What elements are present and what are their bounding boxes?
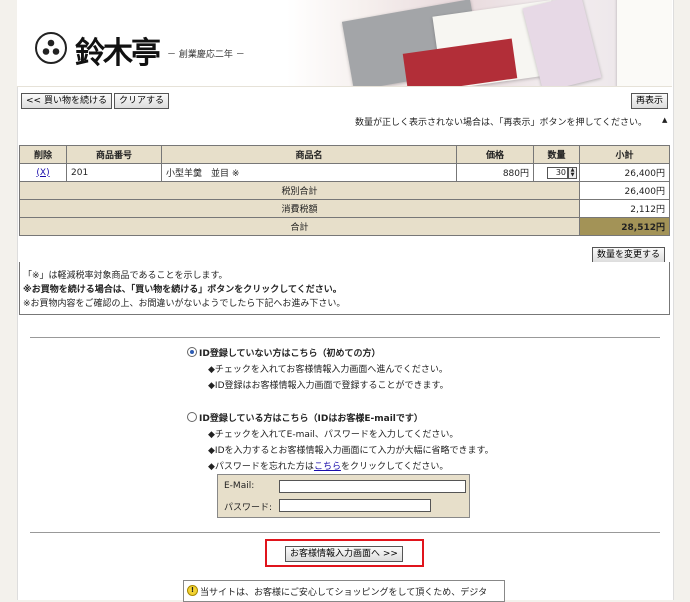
total-label: 合計: [19, 217, 580, 236]
clear-button[interactable]: クリアする: [114, 93, 170, 109]
brand-name: 鈴木亭: [75, 36, 161, 71]
cart-notes: 「※」は軽減税率対象商品であることを示します。 ※お買物を続ける場合は、「買い物…: [19, 262, 670, 315]
password-label: パスワード:: [224, 503, 273, 513]
email-field[interactable]: [279, 480, 466, 493]
column-header: 削除: [19, 145, 67, 164]
column-header: 数量: [533, 145, 580, 164]
item-number: 201: [66, 163, 162, 182]
total-row: 合計 28,512円: [19, 217, 670, 236]
member-hint: ◆IDを入力するとお客様情報入力画面にて入力が大幅に省略できます。: [208, 446, 494, 456]
note-line: ※お買物を続ける場合は、「買い物を続ける」ボタンをクリックしてください。: [23, 285, 342, 295]
password-field[interactable]: [279, 499, 431, 512]
item-name: 小型羊羹 並目 ※: [161, 163, 457, 182]
tax-label: 消費税額: [19, 199, 580, 218]
divider: [30, 337, 660, 338]
new-customer-hint: ◆チェックを入れてお客様情報入力画面へ進んでください。: [208, 365, 448, 375]
refresh-button[interactable]: 再表示: [631, 93, 669, 109]
tax-row: 消費税額 2,112円: [19, 199, 670, 218]
column-header: 価格: [456, 145, 534, 164]
member-hint: ◆チェックを入れてE-mail、パスワードを入力してください。: [208, 430, 459, 440]
new-customer-hint: ◆ID登録はお客様情報入力画面で登録することができます。: [208, 381, 449, 391]
tagline: － 創業慶応二年 －: [167, 50, 245, 60]
site-header: 鈴木亭 － 創業慶応二年 －: [17, 0, 672, 87]
quantity-input[interactable]: 30: [547, 166, 568, 179]
tax-total-label: 税別合計: [19, 181, 580, 200]
forgot-password-hint: ◆パスワードを忘れた方はこちらをクリックしてください。: [208, 459, 448, 472]
banner-image: [287, 0, 672, 86]
proceed-button[interactable]: お客様情報入力画面へ >>: [285, 546, 403, 562]
forgot-password-text: ◆パスワードを忘れた方は: [208, 462, 314, 472]
tax-total-row: 税別合計 26,400円: [19, 181, 670, 200]
divider: [30, 532, 660, 533]
new-customer-radio[interactable]: [187, 347, 197, 357]
login-box: E-Mail: パスワード:: [217, 474, 470, 518]
column-header: 商品番号: [66, 145, 162, 164]
column-header: 商品名: [161, 145, 457, 164]
cart-table: 削除 商品番号 商品名 価格 数量 小計 (X) 201 小型羊羹 並目 ※ 8…: [19, 145, 670, 236]
refresh-notice: 数量が正しく表示されない場合は、「再表示」ボタンを押してください。: [355, 118, 647, 128]
security-info-text: 当サイトは、お客様にご安心してショッピングをして頂くため、デジタ: [200, 588, 488, 598]
continue-shopping-button[interactable]: << 買い物を続ける: [21, 93, 112, 109]
spin-down-icon[interactable]: ▼: [569, 172, 576, 178]
note-line: ※お買物内容をご確認の上、お間違いがないようでしたら下記へお進み下さい。: [23, 299, 346, 309]
note-line: 「※」は軽減税率対象商品であることを示します。: [23, 271, 228, 281]
column-header: 小計: [579, 145, 670, 164]
email-label: E-Mail:: [224, 481, 255, 491]
quantity-stepper[interactable]: 30 ▲ ▼: [533, 163, 580, 182]
delete-link[interactable]: (X): [36, 168, 49, 178]
tax-total-value: 26,400円: [579, 181, 670, 200]
quantity-spinner[interactable]: ▲ ▼: [568, 166, 577, 179]
info-icon: !: [187, 585, 198, 596]
security-info-box: ! 当サイトは、お客様にご安心してショッピングをして頂くため、デジタ: [183, 580, 505, 602]
tax-value: 2,112円: [579, 199, 670, 218]
total-value: 28,512円: [579, 217, 670, 236]
member-label[interactable]: ID登録している方はこちら（IDはお客様E-mailです）: [199, 411, 423, 424]
table-header-row: 削除 商品番号 商品名 価格 数量 小計: [19, 145, 670, 164]
forgot-password-link[interactable]: こちら: [314, 462, 341, 472]
logo-icon: [35, 32, 67, 64]
item-subtotal: 26,400円: [579, 163, 670, 182]
item-price: 880円: [456, 163, 534, 182]
change-quantity-button[interactable]: 数量を変更する: [592, 247, 666, 263]
new-customer-label[interactable]: ID登録していない方はこちら（初めての方）: [199, 346, 381, 359]
table-row: (X) 201 小型羊羹 並目 ※ 880円 30 ▲ ▼ 26,400円: [19, 163, 670, 182]
forgot-password-text: をクリックしてください。: [340, 462, 449, 472]
arrow-up-icon[interactable]: ▲: [662, 116, 667, 124]
member-radio[interactable]: [187, 412, 197, 422]
